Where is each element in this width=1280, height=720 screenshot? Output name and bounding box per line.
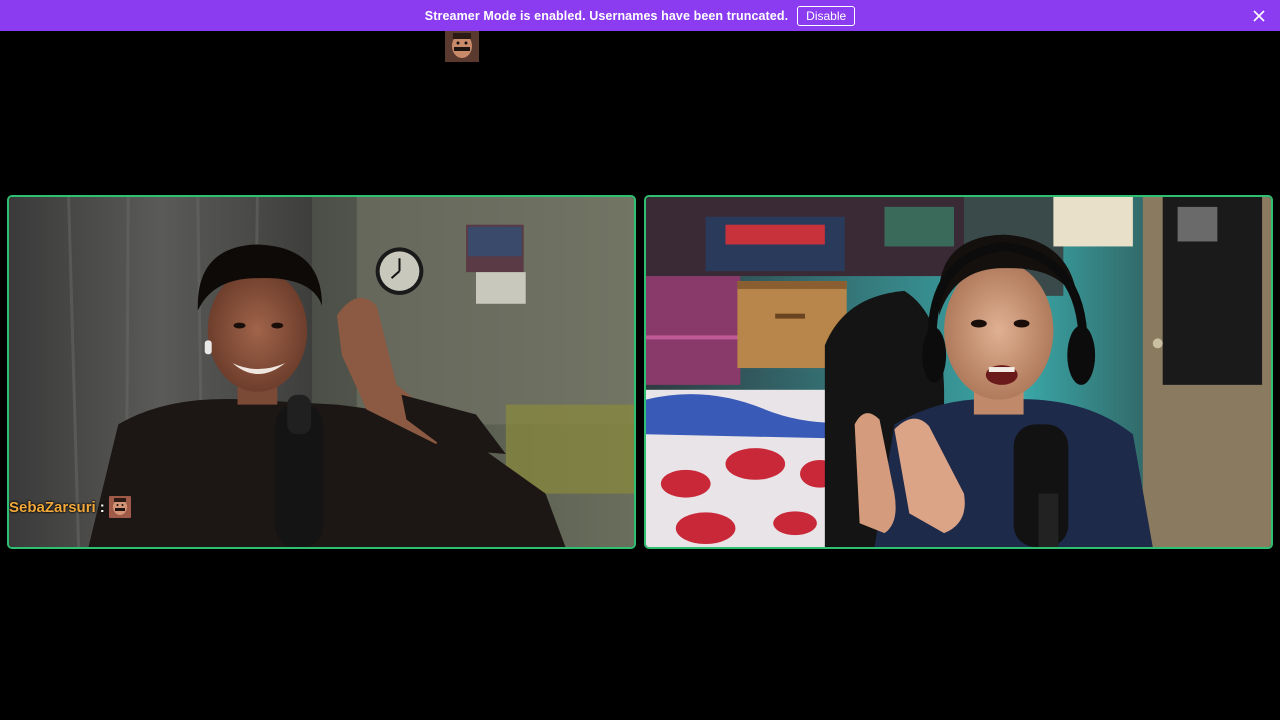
close-icon[interactable] <box>1252 8 1266 22</box>
streamer-mode-banner: Streamer Mode is enabled. Usernames have… <box>0 0 1280 31</box>
video-tile-left[interactable]: SebaZarsuri : <box>7 195 636 549</box>
streamer-mode-message: Streamer Mode is enabled. Usernames have… <box>424 8 789 23</box>
floating-avatar[interactable] <box>445 31 479 62</box>
video-tile-right[interactable] <box>644 195 1273 549</box>
username-separator: : <box>99 498 105 516</box>
participant-video-right <box>646 197 1271 547</box>
participant-username: SebaZarsuri <box>9 498 96 516</box>
call-window: Streamer Mode is enabled. Usernames have… <box>0 0 1280 720</box>
disable-streamer-mode-button[interactable]: Disable <box>797 5 856 26</box>
participant-label: SebaZarsuri : <box>9 495 131 519</box>
participant-avatar-icon <box>108 496 131 518</box>
